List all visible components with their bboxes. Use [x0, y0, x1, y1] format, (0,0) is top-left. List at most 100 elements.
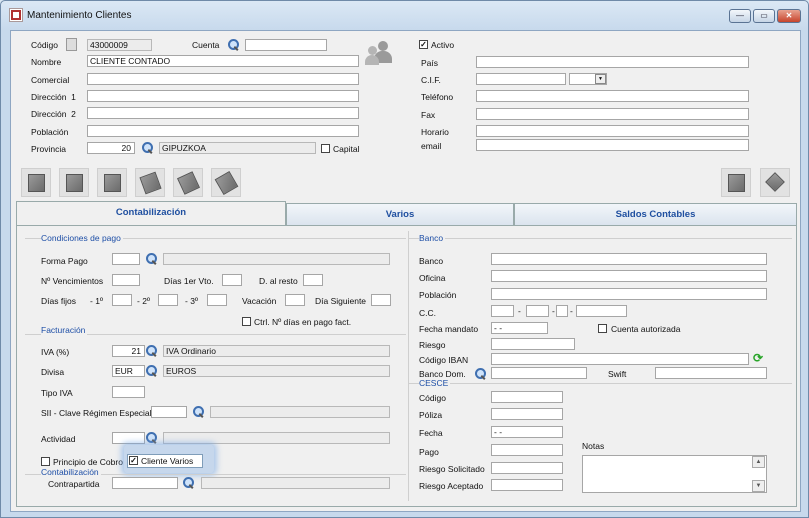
actividad-search-icon[interactable]: [145, 431, 158, 444]
cesce-codigo-field[interactable]: [491, 391, 563, 403]
direccion1-field[interactable]: [87, 90, 359, 102]
d-resto-field[interactable]: [303, 274, 323, 286]
dias-1er-field[interactable]: [222, 274, 242, 286]
contrapartida-search-icon[interactable]: [182, 476, 195, 489]
notas-textarea[interactable]: [582, 455, 767, 493]
banco-dom-search-icon[interactable]: [474, 367, 487, 380]
direccion2-field[interactable]: [87, 107, 359, 119]
ctrl-dias-checkbox[interactable]: [242, 317, 251, 326]
fax-field[interactable]: [476, 108, 749, 120]
toolbar-button-2[interactable]: [59, 168, 89, 197]
toolbar-button-6[interactable]: [211, 168, 241, 197]
comercial-label: Comercial: [31, 75, 70, 85]
title-bar[interactable]: Mantenimiento Clientes — ▭ ✕: [1, 1, 808, 30]
poblacion-field[interactable]: [87, 125, 359, 137]
banco-poblacion-field[interactable]: [491, 288, 767, 300]
tab-saldos-contables[interactable]: Saldos Contables: [514, 203, 797, 225]
cesce-fecha-field[interactable]: - -: [491, 426, 563, 438]
contrapartida-field[interactable]: [112, 477, 178, 489]
banco-field[interactable]: [491, 253, 767, 265]
maximize-button[interactable]: ▭: [753, 9, 775, 23]
forma-pago-field[interactable]: [112, 253, 140, 265]
oficina-label: Oficina: [419, 273, 446, 283]
cliente-varios-checkbox[interactable]: ✓: [129, 456, 138, 465]
cif-field[interactable]: [476, 73, 566, 85]
toolbar-button-8[interactable]: [760, 168, 790, 197]
tab-contabilizacion[interactable]: Contabilización: [16, 201, 286, 226]
banco-dom-field[interactable]: [491, 367, 587, 379]
divisa-field[interactable]: EUR: [112, 365, 145, 377]
client-area: Código 43000009 Cuenta Nombre CLIENTE CO…: [10, 30, 801, 512]
telefono-field[interactable]: [476, 90, 749, 102]
dia3-field[interactable]: [207, 294, 227, 306]
actividad-field[interactable]: [112, 432, 145, 444]
riesgo-solicitado-field[interactable]: [491, 462, 563, 474]
cc-dc-field[interactable]: [556, 305, 568, 317]
principio-cobro-label: Principio de Cobro: [53, 457, 123, 467]
riesgo-field[interactable]: [491, 338, 575, 350]
facturacion-title: Facturación: [41, 325, 88, 335]
cuenta-autorizada-checkbox[interactable]: [598, 324, 607, 333]
codigo-field[interactable]: 43000009: [87, 39, 152, 51]
sii-search-icon[interactable]: [192, 405, 205, 418]
contacts-icon[interactable]: [365, 41, 396, 67]
iva-search-icon[interactable]: [145, 344, 158, 357]
comercial-field[interactable]: [87, 73, 359, 85]
divisa-search-icon[interactable]: [145, 364, 158, 377]
pais-field[interactable]: [476, 56, 749, 68]
poliza-field[interactable]: [491, 408, 563, 420]
poblacion-label: Población: [31, 127, 69, 137]
minimize-button[interactable]: —: [729, 9, 751, 23]
horario-field[interactable]: [476, 125, 749, 137]
swift-field[interactable]: [655, 367, 767, 379]
oficina-field[interactable]: [491, 270, 767, 282]
dia1-field[interactable]: [112, 294, 132, 306]
document-icon: [28, 174, 45, 192]
capital-checkbox[interactable]: [321, 144, 330, 153]
toolbar-button-3[interactable]: [97, 168, 127, 197]
toolbar-button-4[interactable]: [135, 168, 165, 197]
dia2-field[interactable]: [158, 294, 178, 306]
notas-scroll-up-icon[interactable]: ▲: [752, 456, 765, 468]
toolbar-button-5[interactable]: [173, 168, 203, 197]
refresh-icon[interactable]: ⟳: [753, 351, 763, 365]
close-button[interactable]: ✕: [777, 9, 801, 23]
vacacion-field[interactable]: [285, 294, 305, 306]
pago-field[interactable]: [491, 444, 563, 456]
sii-field[interactable]: [151, 406, 187, 418]
riesgo-aceptado-field[interactable]: [491, 479, 563, 491]
nombre-field[interactable]: CLIENTE CONTADO: [87, 55, 359, 67]
poliza-label: Póliza: [419, 410, 443, 420]
provincia-search-icon[interactable]: [141, 141, 154, 154]
cc-cuenta-field[interactable]: [576, 305, 627, 317]
cesce-title: CESCE: [419, 378, 451, 388]
tipo-iva-field[interactable]: [112, 386, 145, 398]
pais-label: País: [421, 58, 439, 68]
codigo-iban-field[interactable]: [491, 353, 749, 365]
cuenta-field[interactable]: [245, 39, 327, 51]
tab-varios[interactable]: Varios: [286, 203, 514, 225]
notas-scroll-down-icon[interactable]: ▼: [752, 480, 765, 492]
iva-field[interactable]: 21: [112, 345, 145, 357]
fecha-mandato-field[interactable]: - -: [491, 322, 548, 334]
notas-label: Notas: [582, 441, 605, 451]
toolbar-button-7[interactable]: [721, 168, 751, 197]
email-field[interactable]: [476, 139, 749, 151]
pago-label: Pago: [419, 447, 439, 457]
toolbar-button-1[interactable]: [21, 168, 51, 197]
box-icon: [765, 172, 785, 192]
iva-desc: IVA Ordinario: [163, 345, 390, 357]
dia-siguiente-field[interactable]: [371, 294, 391, 306]
codigo-lookup-button[interactable]: [66, 38, 77, 51]
nombre-label: Nombre: [31, 57, 62, 67]
n-vencimientos-field[interactable]: [112, 274, 140, 286]
provincia-code-field[interactable]: 20: [87, 142, 135, 154]
telefono-label: Teléfono: [421, 92, 454, 102]
forma-pago-search-icon[interactable]: [145, 252, 158, 265]
principio-cobro-checkbox[interactable]: [41, 457, 50, 466]
cc-entidad-field[interactable]: [491, 305, 514, 317]
cif-dropdown-icon[interactable]: ▼: [595, 74, 606, 84]
cuenta-search-icon[interactable]: [227, 38, 240, 51]
activo-checkbox[interactable]: ✓: [419, 40, 428, 49]
cc-oficina-field[interactable]: [526, 305, 549, 317]
